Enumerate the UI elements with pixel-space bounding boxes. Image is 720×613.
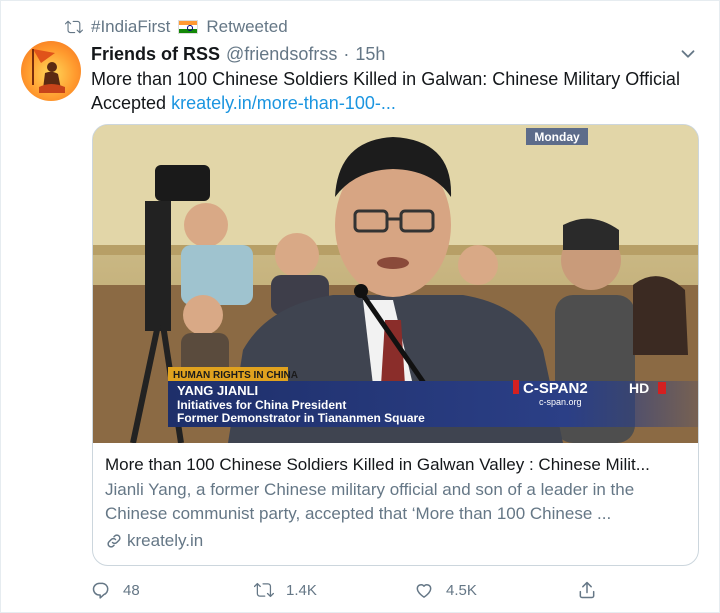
like-button[interactable]: 4.5K [414, 580, 477, 600]
tweet-timestamp[interactable]: 15h [355, 44, 385, 65]
retweet-icon [254, 582, 274, 598]
card-description: Jianli Yang, a former Chinese military o… [105, 480, 635, 523]
share-icon [579, 581, 595, 599]
author-name[interactable]: Friends of RSS [91, 44, 220, 65]
reply-button[interactable]: 48 [91, 580, 140, 600]
share-button[interactable] [577, 580, 597, 600]
tweet-text: More than 100 Chinese Soldiers Killed in… [91, 67, 701, 115]
lower-third-topic: HUMAN RIGHTS IN CHINA [173, 370, 298, 381]
hd-badge: HD [629, 380, 649, 396]
retweeted-label: Retweeted [206, 17, 288, 36]
chevron-down-icon[interactable] [677, 43, 699, 65]
network-logo: C-SPAN2 [523, 380, 588, 397]
retweet-icon [65, 20, 83, 34]
card-title: More than 100 Chinese Soldiers Killed in… [105, 455, 650, 474]
author-handle[interactable]: @friendsofrss [226, 44, 337, 65]
link-icon [107, 534, 121, 548]
channel-bug: Monday [534, 130, 580, 144]
tweet-header: Friends of RSS @friendsofrss · 15h [91, 41, 699, 67]
avatar[interactable] [21, 41, 81, 101]
heart-icon [416, 584, 432, 598]
lower-third-name: YANG JIANLI [177, 383, 258, 398]
like-count: 4.5K [446, 581, 477, 599]
reply-icon [92, 582, 109, 599]
lower-third-line2: Former Demonstrator in Tiananmen Square [177, 411, 425, 425]
retweet-context: #IndiaFirst Retweeted [65, 15, 288, 39]
card-image[interactable]: Monday HUMAN RIGHTS IN CHINA YANG JIANLI… [93, 125, 698, 443]
lower-third-line1: Initiatives for China President [177, 398, 346, 412]
retweeter-name[interactable]: #IndiaFirst [91, 17, 170, 37]
card-body: More than 100 Chinese Soldiers Killed in… [93, 443, 698, 563]
tweet[interactable]: #IndiaFirst Retweeted Friends of RSS @fr… [0, 0, 720, 613]
india-flag-icon [178, 20, 199, 34]
reply-count: 48 [123, 581, 140, 599]
card-domain: kreately.in [105, 529, 686, 553]
separator-dot: · [343, 43, 350, 64]
network-site: c-span.org [539, 397, 582, 407]
action-bar: 48 1.4K 4.5K [91, 577, 611, 603]
retweet-button[interactable]: 1.4K [254, 580, 317, 600]
link-card[interactable]: Monday HUMAN RIGHTS IN CHINA YANG JIANLI… [92, 124, 699, 566]
retweet-count: 1.4K [286, 581, 317, 599]
friends-of-rss-logo-icon [32, 49, 65, 93]
tweet-link[interactable]: kreately.in/more-than-100-... [171, 93, 396, 113]
card-domain-text: kreately.in [127, 531, 204, 550]
